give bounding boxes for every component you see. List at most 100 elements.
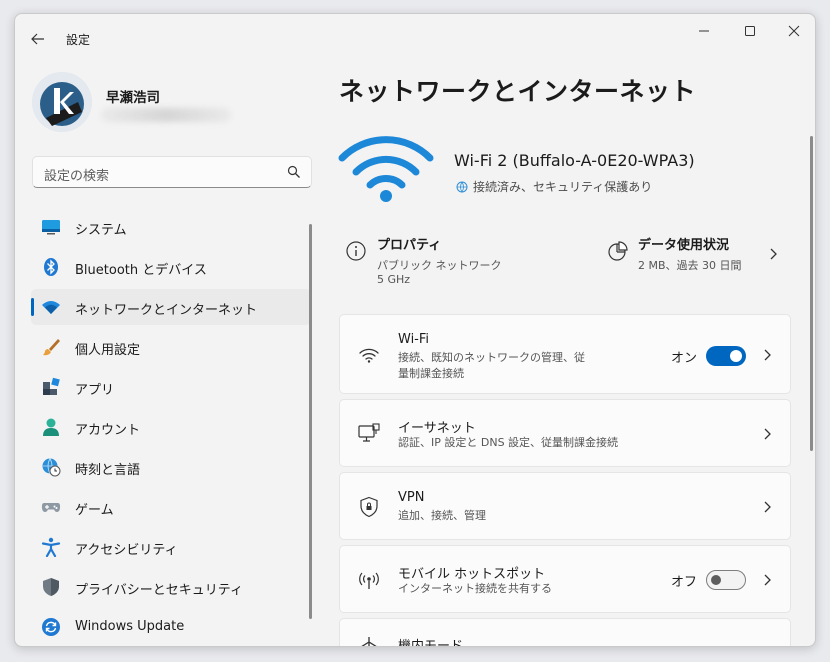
network-status-text: 接続済み、セキュリティ保護あり xyxy=(473,180,653,194)
avatar[interactable] xyxy=(32,72,92,132)
paintbrush-icon xyxy=(41,337,61,357)
sidebar-item-label: Windows Update xyxy=(75,619,185,634)
hotspot-icon xyxy=(358,569,380,591)
sidebar-item-accounts[interactable]: アカウント xyxy=(31,409,311,445)
wifi-toggle[interactable] xyxy=(706,346,746,366)
airplane-mode-card[interactable]: 機内モード xyxy=(339,618,791,647)
vpn-title: VPN xyxy=(398,490,425,505)
sidebar-item-windows-update[interactable]: Windows Update xyxy=(31,609,311,645)
maximize-button[interactable] xyxy=(727,14,773,48)
properties-band: 5 GHz xyxy=(377,273,411,286)
properties-link[interactable]: プロパティ パブリック ネットワーク 5 GHz xyxy=(345,234,575,292)
chevron-right-icon xyxy=(764,349,771,361)
sidebar-item-label: 時刻と言語 xyxy=(75,463,141,478)
close-button[interactable] xyxy=(771,14,815,48)
ethernet-title: イーサネット xyxy=(398,421,476,436)
sidebar-item-system[interactable]: システム xyxy=(31,209,311,245)
toggle-knob xyxy=(711,575,721,585)
sidebar-item-label: プライバシーとセキュリティ xyxy=(75,583,243,598)
airplane-icon xyxy=(358,635,380,646)
properties-title: プロパティ xyxy=(377,238,442,253)
update-icon xyxy=(41,617,61,637)
sidebar-item-label: アプリ xyxy=(75,383,115,398)
sidebar-item-privacy[interactable]: プライバシーとセキュリティ xyxy=(31,569,311,605)
mobile-hotspot-subtitle: インターネット接続を共有する xyxy=(398,582,552,595)
wifi-title: Wi-Fi xyxy=(398,332,430,347)
close-icon xyxy=(788,25,800,37)
mobile-hotspot-card[interactable]: モバイル ホットスポット インターネット接続を共有する オフ xyxy=(339,545,791,613)
sidebar-item-label: システム xyxy=(75,223,127,238)
chevron-right-icon xyxy=(764,574,771,586)
user-name: 早瀬浩司 xyxy=(106,90,160,106)
shield-icon xyxy=(41,577,61,597)
search-input[interactable]: 設定の検索 xyxy=(32,156,312,188)
title-bar: 設定 xyxy=(15,14,815,62)
mobile-hotspot-toggle[interactable] xyxy=(706,570,746,590)
wifi-icon xyxy=(358,344,380,366)
data-usage-link[interactable]: データ使用状況 2 MB、過去 30 日間 xyxy=(606,234,786,292)
sidebar-nav: システム Bluetooth とデバイス ネットワークとインターネット 個人用設… xyxy=(31,209,311,646)
sidebar-scrollbar[interactable] xyxy=(309,224,312,619)
sidebar-item-label: アカウント xyxy=(75,423,141,438)
network-status: 接続済み、セキュリティ保護あり xyxy=(456,178,652,195)
ethernet-card[interactable]: イーサネット 認証、IP 設定と DNS 設定、従量制課金接続 xyxy=(339,399,791,467)
wifi-signal-icon xyxy=(338,136,434,202)
apps-icon xyxy=(41,377,61,397)
data-usage-value: 2 MB、過去 30 日間 xyxy=(638,259,742,272)
ethernet-icon xyxy=(358,423,380,445)
avatar-image xyxy=(32,72,92,132)
chevron-right-icon xyxy=(764,501,771,513)
wifi-subtitle-line2: 量制課金接続 xyxy=(398,367,464,380)
network-name: Wi-Fi 2 (Buffalo-A-0E20-WPA3) xyxy=(454,151,695,170)
globe-clock-icon xyxy=(41,457,61,477)
chevron-right-icon[interactable] xyxy=(767,246,779,262)
search-icon xyxy=(287,165,300,178)
vpn-shield-icon xyxy=(358,496,380,518)
maximize-icon xyxy=(745,26,755,36)
content-scrollbar[interactable] xyxy=(810,136,813,451)
bluetooth-icon xyxy=(41,257,61,277)
globe-icon xyxy=(456,181,468,193)
ethernet-subtitle: 認証、IP 設定と DNS 設定、従量制課金接続 xyxy=(398,436,619,449)
mobile-hotspot-state: オフ xyxy=(671,575,698,590)
sidebar-item-label: Bluetooth とデバイス xyxy=(75,263,207,278)
monitor-icon xyxy=(41,217,61,237)
settings-cards: Wi-Fi 接続、既知のネットワークの管理、従 量制課金接続 オン イーサネット… xyxy=(339,314,791,647)
accessibility-icon xyxy=(41,537,61,557)
sidebar-item-network[interactable]: ネットワークとインターネット xyxy=(31,289,311,325)
pie-chart-icon xyxy=(608,241,628,261)
app-title: 設定 xyxy=(66,33,91,47)
wifi-state: オン xyxy=(671,351,698,366)
airplane-mode-title: 機内モード xyxy=(398,639,464,647)
sidebar-item-gaming[interactable]: ゲーム xyxy=(31,489,311,525)
account-icon xyxy=(41,417,61,437)
user-email-redacted xyxy=(101,108,231,122)
search-placeholder: 設定の検索 xyxy=(44,169,110,184)
sidebar-item-time-language[interactable]: 時刻と言語 xyxy=(31,449,311,485)
minimize-icon xyxy=(699,30,709,32)
data-usage-title: データ使用状況 xyxy=(638,238,730,253)
sidebar-item-label: ゲーム xyxy=(75,503,114,518)
toggle-knob xyxy=(730,350,742,362)
properties-network-type: パブリック ネットワーク xyxy=(377,259,502,272)
selection-indicator xyxy=(31,298,34,316)
sidebar-item-apps[interactable]: アプリ xyxy=(31,369,311,405)
sidebar-item-label: ネットワークとインターネット xyxy=(75,303,258,318)
minimize-button[interactable] xyxy=(681,14,727,48)
arrow-left-icon xyxy=(31,33,44,45)
vpn-card[interactable]: VPN 追加、接続、管理 xyxy=(339,472,791,540)
page-title: ネットワークとインターネット xyxy=(339,77,697,106)
chevron-right-icon xyxy=(764,428,771,440)
mobile-hotspot-title: モバイル ホットスポット xyxy=(398,567,546,582)
sidebar-item-accessibility[interactable]: アクセシビリティ xyxy=(31,529,311,565)
sidebar-item-personalization[interactable]: 個人用設定 xyxy=(31,329,311,365)
info-icon xyxy=(346,241,366,261)
sidebar-item-label: 個人用設定 xyxy=(75,343,141,358)
back-button[interactable] xyxy=(27,28,49,50)
wifi-icon xyxy=(41,297,61,317)
wifi-subtitle-line1: 接続、既知のネットワークの管理、従 xyxy=(398,351,585,364)
vpn-subtitle: 追加、接続、管理 xyxy=(398,509,486,522)
sidebar-item-label: アクセシビリティ xyxy=(75,543,178,558)
sidebar-item-bluetooth[interactable]: Bluetooth とデバイス xyxy=(31,249,311,285)
wifi-card[interactable]: Wi-Fi 接続、既知のネットワークの管理、従 量制課金接続 オン xyxy=(339,314,791,394)
